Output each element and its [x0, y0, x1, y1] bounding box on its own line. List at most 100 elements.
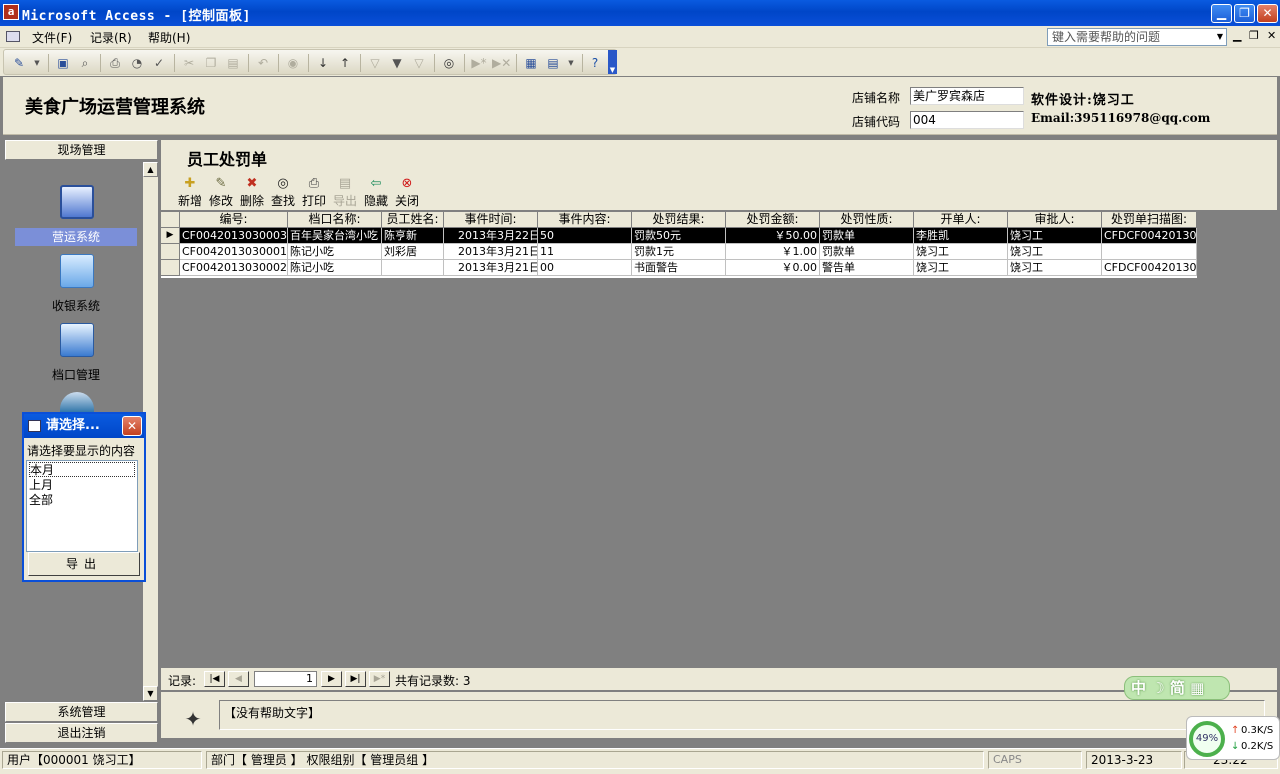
table-cell[interactable]: ￥1.00 — [726, 244, 820, 260]
mdi-restore-button[interactable]: ❐ — [1249, 29, 1259, 42]
help-icon[interactable]: ? — [586, 54, 604, 72]
first-record-button[interactable]: |◀ — [204, 671, 225, 687]
toolbar-options-icon[interactable]: ▼ — [608, 50, 617, 74]
print-preview-icon[interactable]: ◔ — [128, 54, 146, 72]
export-button[interactable]: 导出 — [28, 552, 140, 576]
help-question-input[interactable]: 键入需要帮助的问题 ▼ — [1047, 28, 1227, 46]
table-cell[interactable]: 百年吴家台湾小吃 — [288, 228, 382, 244]
restore-button[interactable]: ❐ — [1234, 4, 1255, 23]
column-header-employee[interactable]: 员工姓名: — [382, 212, 444, 228]
table-cell[interactable]: 陈记小吃 — [288, 260, 382, 276]
database-window-icon[interactable]: ▦ — [522, 54, 540, 72]
house-icon[interactable] — [60, 323, 94, 357]
access-app-icon[interactable]: a — [3, 4, 19, 20]
next-record-button[interactable]: ▶ — [321, 671, 342, 687]
new-object-icon[interactable]: ▤ — [544, 54, 562, 72]
spelling-icon[interactable]: ✓ — [150, 54, 168, 72]
table-cell[interactable]: 11 — [538, 244, 632, 260]
filter-by-selection-icon[interactable]: ▽ — [366, 54, 384, 72]
column-header-event-time[interactable]: 事件时间: — [444, 212, 538, 228]
folder-icon[interactable] — [60, 254, 94, 288]
table-cell[interactable]: 饶习工 — [914, 260, 1008, 276]
previous-record-button[interactable]: ◀ — [228, 671, 249, 687]
undo-icon[interactable]: ↶ — [254, 54, 272, 72]
column-header-result[interactable]: 处罚结果: — [632, 212, 726, 228]
scroll-down-icon[interactable]: ▼ — [143, 686, 158, 701]
close-button[interactable]: ✕ — [1257, 4, 1278, 23]
grid-corner[interactable] — [161, 212, 180, 228]
sort-ascending-icon[interactable]: ↓ — [314, 54, 332, 72]
find-binoculars-icon[interactable]: ◎ — [440, 54, 458, 72]
hyperlink-icon[interactable]: ◉ — [284, 54, 302, 72]
table-cell[interactable]: 2013年3月22日 — [444, 228, 538, 244]
scroll-up-icon[interactable]: ▲ — [143, 162, 158, 177]
period-listbox[interactable]: 本月 上月 全部 — [26, 460, 138, 552]
design-view-icon[interactable]: ✎ — [10, 54, 28, 72]
edit-button[interactable]: ✎ 修改 — [206, 176, 236, 209]
table-cell[interactable]: 罚款单 — [820, 244, 914, 260]
row-selector-current-icon[interactable]: ▶ — [161, 228, 180, 244]
table-cell[interactable]: 警告单 — [820, 260, 914, 276]
table-cell[interactable]: 罚款1元 — [632, 244, 726, 260]
nav-item-cashier[interactable]: 收银系统 — [15, 297, 137, 314]
column-header-approver[interactable]: 审批人: — [1008, 212, 1102, 228]
current-record-input[interactable]: 1 — [254, 671, 317, 687]
table-cell[interactable]: 2013年3月21日 — [444, 244, 538, 260]
list-item[interactable]: 本月 — [29, 462, 135, 477]
table-cell[interactable] — [1102, 244, 1197, 260]
column-header-id[interactable]: 编号: — [180, 212, 288, 228]
nav-header-system-management[interactable]: 系统管理 — [5, 702, 158, 722]
copy-icon[interactable]: ❐ — [202, 54, 220, 72]
network-monitor-widget[interactable]: 49% ↑ 0.3K/S ↓ 0.2K/S — [1186, 716, 1280, 760]
table-cell[interactable] — [382, 260, 444, 276]
close-form-button[interactable]: ⊗ 关闭 — [392, 176, 422, 209]
table-cell[interactable]: 饶习工 — [1008, 260, 1102, 276]
table-cell[interactable]: 陈记小吃 — [288, 244, 382, 260]
nav-header-logout[interactable]: 退出注销 — [5, 723, 158, 743]
menu-record[interactable]: 记录(R) — [90, 29, 132, 46]
table-cell[interactable]: ￥0.00 — [726, 260, 820, 276]
form-menu-icon[interactable] — [6, 31, 20, 42]
ime-toolbar[interactable]: 中 ☽ 简 ▦ — [1124, 676, 1230, 700]
cut-icon[interactable]: ✂ — [180, 54, 198, 72]
column-header-amount[interactable]: 处罚金额: — [726, 212, 820, 228]
save-icon[interactable]: ▣ — [54, 54, 72, 72]
table-cell[interactable]: CFDCF0042013030 — [1102, 228, 1197, 244]
table-cell[interactable]: 饶习工 — [1008, 228, 1102, 244]
nav-item-operations[interactable]: 营运系统 — [15, 228, 137, 246]
table-cell[interactable]: 罚款单 — [820, 228, 914, 244]
shop-code-field[interactable]: 004 — [910, 111, 1024, 129]
chevron-down-icon[interactable]: ▼ — [28, 54, 46, 72]
table-cell[interactable]: 50 — [538, 228, 632, 244]
file-search-icon[interactable]: ⌕ — [76, 54, 94, 72]
delete-button[interactable]: ✖ 删除 — [237, 176, 267, 209]
chevron-down-icon[interactable]: ▼ — [562, 54, 580, 72]
column-header-stall[interactable]: 档口名称: — [288, 212, 382, 228]
print-button[interactable]: ⎙ 打印 — [299, 176, 329, 209]
new-record-button[interactable]: ▶* — [369, 671, 390, 687]
table-cell[interactable]: 饶习工 — [914, 244, 1008, 260]
table-cell[interactable]: 李胜凯 — [914, 228, 1008, 244]
table-cell[interactable]: CF0042013030001 — [180, 244, 288, 260]
column-header-scan[interactable]: 处罚单扫描图: — [1102, 212, 1197, 228]
table-cell[interactable]: 饶习工 — [1008, 244, 1102, 260]
list-item[interactable]: 全部 — [29, 493, 135, 508]
mdi-close-button[interactable]: ✕ — [1267, 29, 1276, 42]
minimize-button[interactable]: ▁ — [1211, 4, 1232, 23]
filter-by-form-icon[interactable]: ▼ — [388, 54, 406, 72]
table-cell[interactable]: 罚款50元 — [632, 228, 726, 244]
column-header-issuer[interactable]: 开单人: — [914, 212, 1008, 228]
menu-file[interactable]: 文件(F) — [32, 29, 72, 46]
hide-button[interactable]: ⇦ 隐藏 — [361, 176, 391, 209]
find-button[interactable]: ◎ 查找 — [268, 176, 298, 209]
table-cell[interactable]: 刘彩居 — [382, 244, 444, 260]
new-button[interactable]: ✚ 新增 — [175, 176, 205, 209]
nav-header-site-management[interactable]: 现场管理 — [5, 140, 158, 160]
monitor-icon[interactable] — [60, 185, 94, 219]
table-cell[interactable]: ￥50.00 — [726, 228, 820, 244]
print-icon[interactable]: ⎙ — [106, 54, 124, 72]
paste-icon[interactable]: ▤ — [224, 54, 242, 72]
table-cell[interactable]: 2013年3月21日 — [444, 260, 538, 276]
nav-item-stall-management[interactable]: 档口管理 — [15, 366, 137, 383]
table-cell[interactable]: 00 — [538, 260, 632, 276]
